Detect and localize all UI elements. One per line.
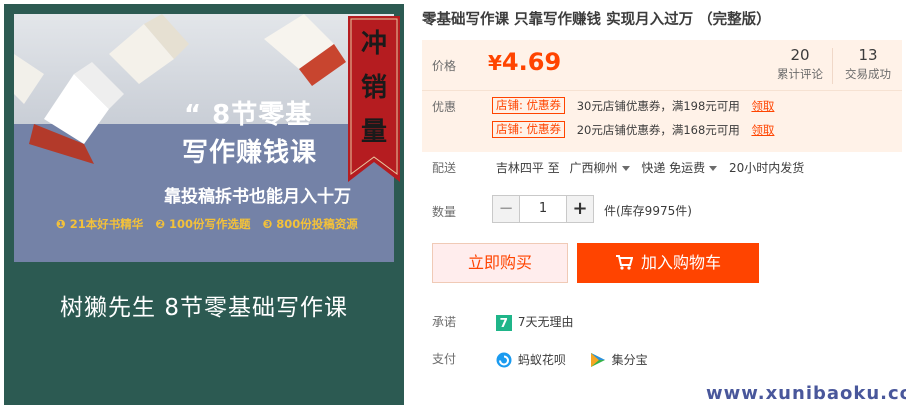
price-divider — [422, 90, 902, 91]
product-page: “ 8节零基 写作赚钱课 靠投稿拆书也能月入十万 ❶ 21本好书精华 ❷ 100… — [0, 0, 906, 409]
payment-label: 支付 — [432, 352, 457, 366]
payment-method: 集分宝 — [611, 353, 648, 367]
buy-now-button[interactable]: 立即购买 — [432, 243, 568, 283]
price-value: ¥4.69 — [488, 48, 561, 76]
seven-day-return-icon: 7 — [495, 314, 512, 331]
banner-bullet-2: ❷ 100份写作选题 — [155, 217, 251, 231]
payment-row: 支付 蚂蚁花呗 集分宝 — [432, 350, 668, 368]
add-to-cart-label: 加入购物车 — [640, 253, 721, 272]
sales-stat: 13 交易成功 — [834, 46, 902, 82]
reviews-count: 20 — [790, 46, 810, 64]
coupon-row: 店铺: 优惠券 20元店铺优惠券，满168元可用 领取 — [492, 121, 774, 139]
quantity-input[interactable]: 1 — [520, 195, 566, 223]
promise-text[interactable]: 7天无理由 — [518, 315, 574, 329]
quantity-label: 数量 — [432, 205, 457, 219]
shipping-from: 吉林四平 至 — [495, 161, 560, 175]
dispatch-time: 20小时内发货 — [728, 161, 805, 175]
banner-subline: 靠投稿拆书也能月入十万 — [164, 187, 351, 207]
product-title: 零基础写作课 只靠写作赚钱 实现月入过万 （完整版） — [422, 12, 771, 28]
claim-coupon-link[interactable]: 领取 — [751, 99, 774, 113]
add-to-cart-button[interactable]: 加入购物车 — [577, 243, 759, 283]
banner-bullets: ❶ 21本好书精华 ❷ 100份写作选题 ❸ 800份投稿资源 — [56, 216, 358, 232]
product-image[interactable]: “ 8节零基 写作赚钱课 靠投稿拆书也能月入十万 ❶ 21本好书精华 ❷ 100… — [4, 4, 404, 405]
quantity-increase-button[interactable]: + — [566, 195, 594, 223]
price-amount: 4.69 — [501, 48, 562, 76]
chevron-down-icon — [709, 166, 718, 171]
jifenbao-icon — [590, 352, 605, 367]
banner-bullet-3: ❸ 800份投稿资源 — [262, 217, 358, 231]
coupon-tag: 店铺: 优惠券 — [492, 97, 566, 114]
cart-icon — [615, 255, 633, 270]
sales-ribbon-text: 冲 销 量 — [360, 29, 387, 147]
currency-symbol: ¥ — [488, 51, 502, 75]
price-row: 价格 ¥4.69 20 累计评论 13 交易成功 — [422, 40, 902, 90]
watermark: www.xunibaoku.com — [706, 383, 906, 404]
sales-count: 13 — [858, 46, 878, 64]
price-label: 价格 — [432, 59, 457, 73]
reviews-label: 累计评论 — [777, 67, 823, 81]
payment-method: 蚂蚁花呗 — [517, 353, 566, 367]
quantity-row: 数量 — [432, 203, 492, 220]
shipping-method-select[interactable]: 快递 免运费 — [641, 161, 725, 175]
quantity-decrease-button[interactable]: − — [492, 195, 520, 223]
shipping-row: 配送 吉林四平 至 广西柳州 快递 免运费 20小时内发货 — [432, 159, 804, 176]
product-image-banner: “ 8节零基 写作赚钱课 靠投稿拆书也能月入十万 ❶ 21本好书精华 ❷ 100… — [14, 14, 394, 262]
stat-divider — [832, 48, 833, 84]
banner-bullet-1: ❶ 21本好书精华 — [56, 217, 144, 231]
chevron-down-icon — [621, 166, 630, 171]
coupon-tag: 店铺: 优惠券 — [492, 121, 566, 138]
promo-label: 优惠 — [432, 100, 457, 114]
promise-row: 承诺 7 7天无理由 — [432, 313, 573, 331]
shipping-destination-select[interactable]: 广西柳州 — [569, 161, 637, 175]
coupon-desc: 30元店铺优惠券，满198元可用 — [576, 98, 740, 113]
huabei-icon — [496, 352, 512, 367]
price-panel: 价格 ¥4.69 20 累计评论 13 交易成功 优惠 店铺: 优惠券 30元店… — [422, 40, 902, 152]
shipping-label: 配送 — [432, 161, 457, 175]
banner-headline-2: 写作赚钱课 — [182, 138, 318, 168]
coupon-row: 店铺: 优惠券 30元店铺优惠券，满198元可用 领取 — [492, 97, 774, 115]
promise-label: 承诺 — [432, 315, 457, 329]
reviews-stat[interactable]: 20 累计评论 — [766, 46, 834, 82]
image-course-title: 树獭先生 8节零基础写作课 — [60, 295, 348, 321]
claim-coupon-link[interactable]: 领取 — [751, 123, 774, 137]
banner-headline-1: “ 8节零基 — [184, 100, 313, 130]
quantity-stepper: − 1 + — [492, 195, 594, 223]
sales-label: 交易成功 — [845, 67, 891, 81]
coupon-desc: 20元店铺优惠券，满168元可用 — [576, 122, 740, 137]
stock-text: 件(库存9975件) — [604, 204, 692, 218]
